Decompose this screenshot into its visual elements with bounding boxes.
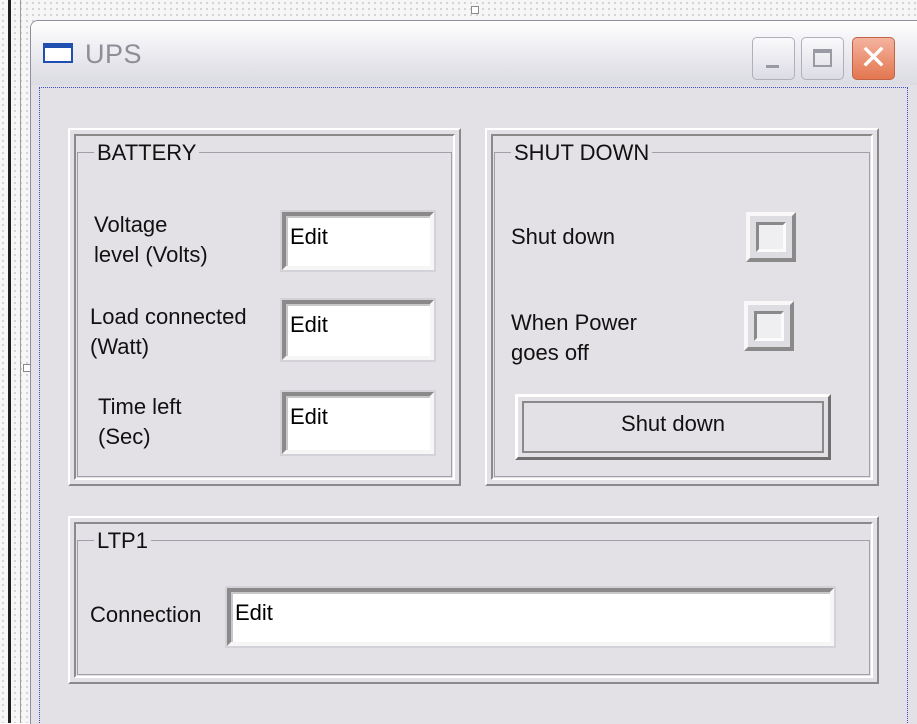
close-button[interactable]: ✕ (852, 37, 895, 80)
power-off-label-line2: goes off (511, 340, 589, 365)
time-left-label-line2: (Sec) (98, 424, 151, 449)
voltage-label-line1: Voltage (94, 212, 168, 237)
shutdown-checkbox-label: Shut down (511, 224, 615, 249)
resize-handle-top[interactable] (471, 6, 479, 14)
load-label-line2: (Watt) (90, 334, 150, 359)
shutdown-button[interactable]: Shut down (515, 394, 831, 460)
close-icon: ✕ (859, 39, 888, 77)
voltage-label-line2: level (Volts) (94, 242, 208, 267)
window-app-icon (43, 43, 73, 63)
minimize-icon (766, 65, 779, 68)
connection-field[interactable]: Edit (227, 588, 834, 646)
load-field[interactable]: Edit (282, 300, 434, 360)
ups-window: UPS ✕ BATTERY Voltage level (Volts) Edit… (30, 20, 917, 724)
ltp1-group-title: LTP1 (94, 528, 151, 554)
time-left-label-line1: Time left (98, 394, 182, 419)
power-off-label-line1: When Power (511, 310, 637, 335)
time-left-field-value: Edit (290, 404, 328, 429)
shutdown-group-title: SHUT DOWN (511, 140, 653, 166)
shutdown-checkbox-box (756, 222, 786, 252)
load-label-line1: Load connected (90, 304, 247, 329)
maximize-icon (813, 49, 832, 67)
window-title: UPS (85, 39, 143, 69)
connection-label: Connection (90, 602, 202, 627)
voltage-field[interactable]: Edit (282, 212, 434, 270)
designer-edge (8, 0, 11, 723)
shutdown-checkbox[interactable] (746, 212, 796, 262)
voltage-field-value: Edit (290, 224, 328, 249)
ltp1-group: LTP1 Connection Edit (68, 516, 879, 684)
title-bar[interactable]: UPS ✕ (31, 21, 917, 85)
designer-guide (20, 0, 21, 723)
minimize-button[interactable] (752, 37, 795, 80)
shutdown-group: SHUT DOWN Shut down When Power goes off … (485, 128, 879, 486)
connection-field-value: Edit (235, 600, 273, 625)
time-left-field[interactable]: Edit (282, 392, 434, 454)
maximize-button[interactable] (801, 37, 844, 80)
shutdown-button-label: Shut down (621, 411, 725, 436)
battery-group: BATTERY Voltage level (Volts) Edit Load … (68, 128, 461, 486)
power-off-checkbox-box (754, 311, 784, 341)
power-off-checkbox[interactable] (744, 301, 794, 351)
load-field-value: Edit (290, 312, 328, 337)
battery-group-title: BATTERY (94, 140, 200, 166)
